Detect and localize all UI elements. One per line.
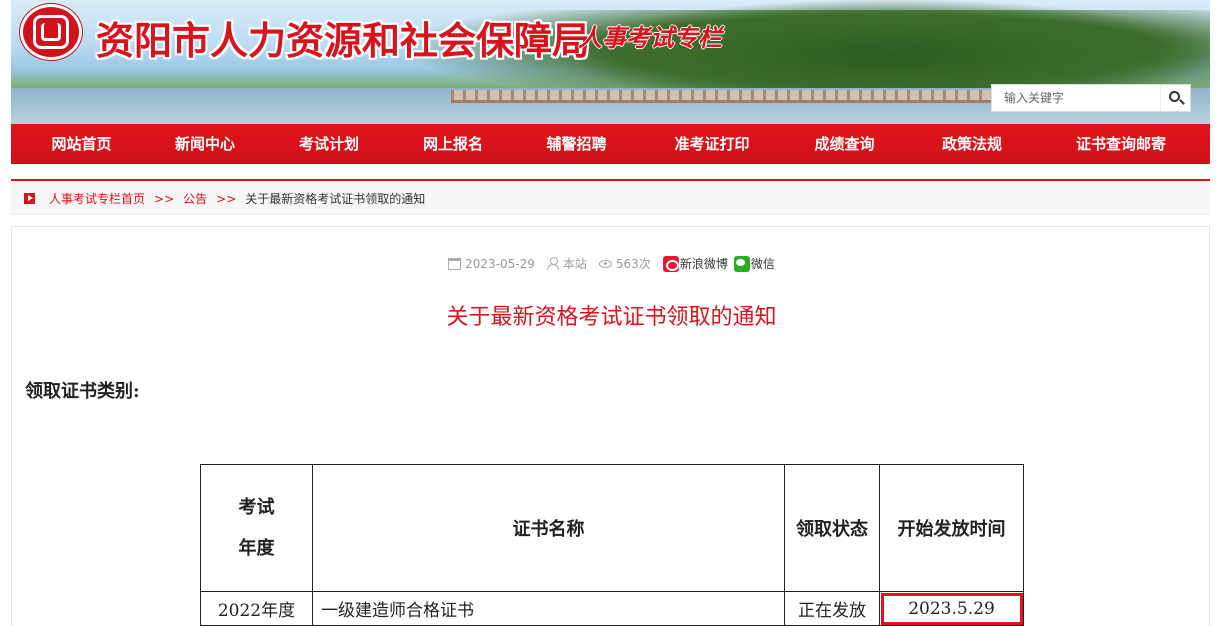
article-lead: 领取证书类别: [25,381,140,402]
search-box [991,84,1191,112]
main-nav: 网站首页 新闻中心 考试计划 网上报名 辅警招聘 准考证打印 成绩查询 政策法规… [11,124,1210,164]
site-logo[interactable] [20,4,82,60]
breadcrumb-flag-icon [24,193,35,204]
article-panel: 2023-05-29 本站 563次 新浪微博 微信 关于最新资格考试证书领取的通知 领… [11,226,1210,626]
header-exam-year: 考试 年度 [200,464,313,592]
certificate-table: 考试 年度 证书名称 领取状态 开始发放时间 2022年度 一级建造师合格证书 … [200,464,1024,626]
table-header-row: 考试 年度 证书名称 领取状态 开始发放时间 [200,464,1024,592]
article-author: 本站 [562,257,587,271]
nav-item-policy[interactable]: 政策法规 [912,124,1032,164]
logo-emblem-inner [41,23,61,41]
cell-certificate-name: 一级建造师合格证书 [312,591,785,626]
header-exam-year-line1: 考试 [238,497,275,518]
weibo-icon[interactable] [662,255,679,272]
breadcrumb-section-link[interactable]: 公告 [183,192,207,206]
search-button[interactable] [1160,85,1190,111]
breadcrumb-home-link[interactable]: 人事考试专栏首页 [49,192,145,206]
breadcrumb-separator: >> [216,192,237,206]
article-title: 关于最新资格考试证书领取的通知 [446,305,777,330]
breadcrumb-current: 关于最新资格考试证书领取的通知 [245,192,426,206]
share-wechat-link[interactable]: 微信 [751,255,775,272]
banner-railing [451,90,1011,100]
share-weibo-link[interactable]: 新浪微博 [680,255,728,272]
nav-item-home[interactable]: 网站首页 [11,124,152,164]
breadcrumb: 人事考试专栏首页 >> 公告 >> 关于最新资格考试证书领取的通知 [11,179,1210,215]
article-date: 2023-05-29 [465,256,535,271]
header-start-date: 开始发放时间 [879,464,1024,592]
site-subtitle: 人事考试专栏 [578,23,722,52]
eye-icon [598,259,612,268]
nav-item-certificate-query[interactable]: 证书查询邮寄 [1032,124,1210,164]
nav-item-news[interactable]: 新闻中心 [152,124,258,164]
header-certificate-name: 证书名称 [312,464,785,592]
calendar-icon [448,257,462,270]
banner-railing-base [451,100,1011,103]
search-input[interactable] [992,85,1160,111]
cell-start-date: 2023.5.29 [879,591,1024,626]
header-status: 领取状态 [784,464,880,592]
nav-item-exam-plan[interactable]: 考试计划 [258,124,400,164]
nav-item-police-recruit[interactable]: 辅警招聘 [506,124,647,164]
article-meta: 2023-05-29 本站 563次 新浪微博 微信 [12,255,1211,272]
breadcrumb-separator: >> [154,192,175,206]
search-icon-handle [1179,99,1185,105]
cell-year: 2022年度 [200,591,313,626]
cell-status: 正在发放 [784,591,880,626]
nav-item-score-query[interactable]: 成绩查询 [777,124,912,164]
table-row: 2022年度 一级建造师合格证书 正在发放 2023.5.29 [200,591,1024,626]
header-exam-year-line2: 年度 [238,538,275,559]
breadcrumb-trail: 人事考试专栏首页 >> 公告 >> 关于最新资格考试证书领取的通知 [49,190,425,207]
nav-item-admission-ticket[interactable]: 准考证打印 [647,124,777,164]
nav-item-registration[interactable]: 网上报名 [400,124,506,164]
site-title: 资阳市人力资源和社会保障局 [96,18,591,63]
wechat-icon[interactable] [733,255,750,272]
article-views: 563次 [615,257,651,271]
user-icon [546,257,559,270]
